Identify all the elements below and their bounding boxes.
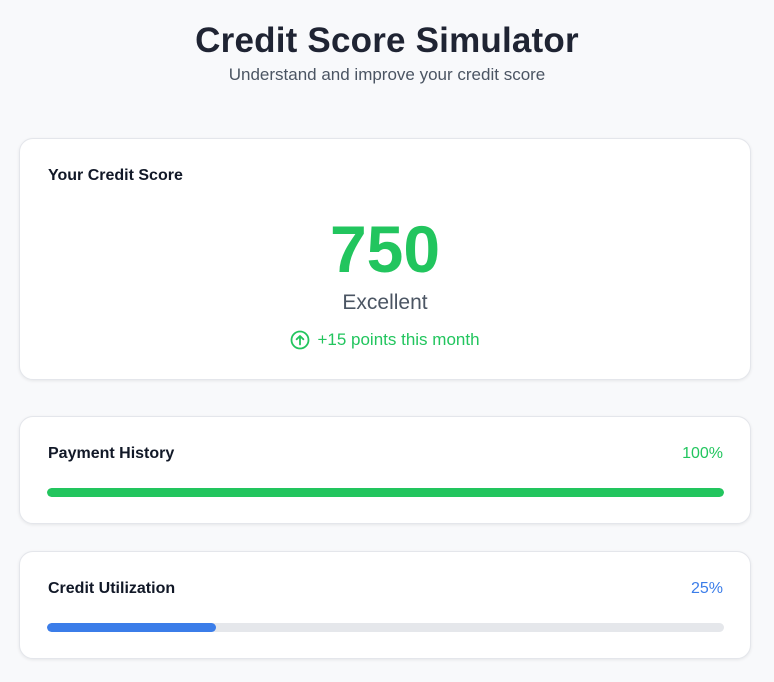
- credit-score-value: 750: [329, 212, 441, 286]
- payment-history-progress-fill: [47, 488, 724, 497]
- payment-history-card: Payment History 100%: [19, 416, 751, 524]
- score-change-indicator: +15 points this month: [20, 330, 750, 350]
- credit-score-rating: Excellent: [342, 291, 428, 314]
- credit-utilization-progress-fill: [47, 623, 217, 632]
- score-change-text: +15 points this month: [317, 330, 480, 349]
- page-subtitle: Understand and improve your credit score: [228, 65, 546, 84]
- credit-utilization-percent: 25%: [690, 580, 723, 597]
- page-title: Credit Score Simulator: [195, 21, 579, 60]
- credit-utilization-label: Credit Utilization: [48, 580, 176, 597]
- credit-utilization-card: Credit Utilization 25%: [19, 551, 751, 659]
- credit-utilization-progress-track: [47, 623, 724, 632]
- credit-score-label: Your Credit Score: [48, 167, 183, 184]
- payment-history-label: Payment History: [48, 445, 175, 462]
- payment-history-percent: 100%: [682, 445, 723, 462]
- credit-score-card: Your Credit Score 750 Excellent +15 poin…: [19, 138, 751, 380]
- page-header: Credit Score Simulator Understand and im…: [0, 20, 774, 86]
- credit-score-page: Credit Score Simulator Understand and im…: [0, 0, 774, 682]
- arrow-up-circle-icon: [290, 330, 310, 350]
- payment-history-progress-track: [47, 488, 724, 497]
